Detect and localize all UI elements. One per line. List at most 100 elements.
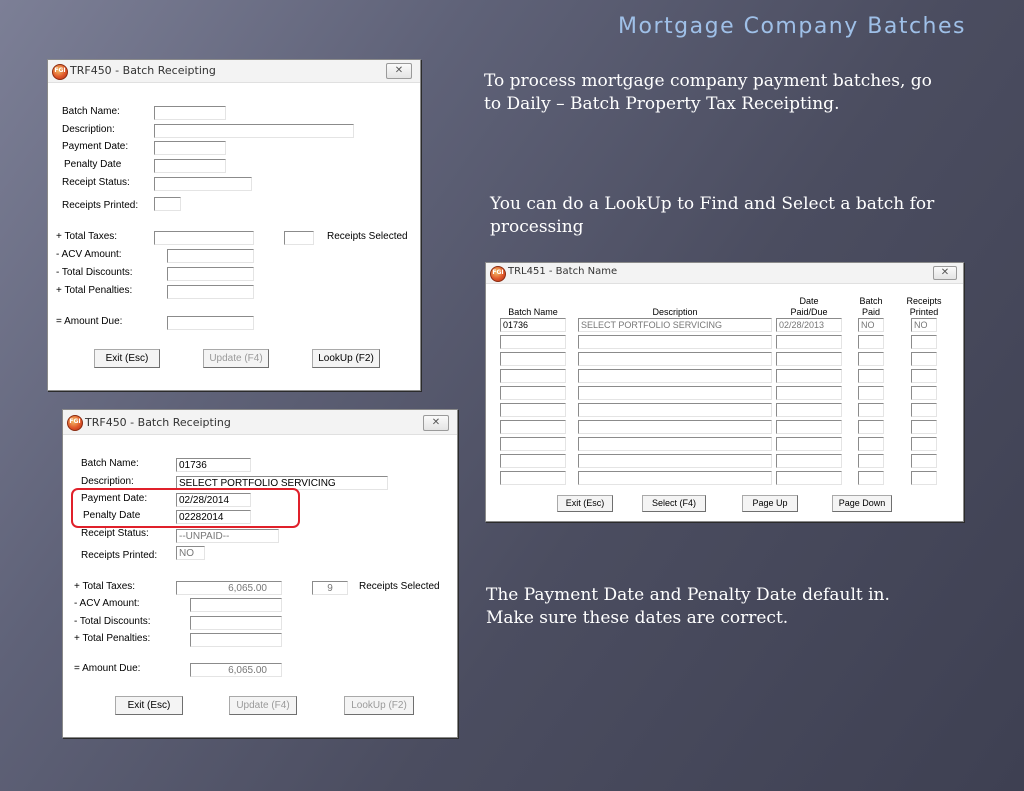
total-taxes-field: 6,065.00 [176,581,282,595]
acv-amount-field [167,249,254,263]
header-paid-due: Paid/Due [790,307,828,317]
grid-cell-paid[interactable] [858,437,884,451]
grid-cell-date[interactable] [776,352,842,366]
grid-cell-batch-name[interactable] [500,420,566,434]
title-bar: FGI TRF450 - Batch Receipting ✕ [63,410,457,435]
grid-cell-date[interactable] [776,471,842,485]
batch-name-field[interactable]: 01736 [176,458,251,472]
amount-due-label: = Amount Due: [74,663,141,674]
grid-cell-printed[interactable] [911,454,937,468]
total-discounts-label: - Total Discounts: [74,616,151,627]
total-discounts-field [167,267,254,281]
grid-cell-date[interactable] [776,437,842,451]
grid-cell-description[interactable]: SELECT PORTFOLIO SERVICING [578,318,772,332]
grid-cell-paid[interactable] [858,471,884,485]
grid-cell-paid[interactable] [858,454,884,468]
grid-cell-description[interactable] [578,471,772,485]
caption-dates: The Payment Date and Penalty Date defaul… [486,585,890,628]
grid-cell-printed[interactable] [911,471,937,485]
grid-cell-batch-name[interactable]: 01736 [500,318,566,332]
grid-cell-batch-name[interactable] [500,352,566,366]
receipts-selected-field [284,231,314,245]
receipts-printed-label: Receipts Printed: [62,200,139,211]
grid-cell-date[interactable] [776,369,842,383]
grid-cell-printed[interactable] [911,420,937,434]
exit-button[interactable]: Exit (Esc) [557,495,613,512]
header-receipts: Receipts [906,296,942,306]
payment-date-field[interactable]: 02/28/2014 [176,493,251,507]
grid-cell-paid[interactable] [858,386,884,400]
grid-cell-date[interactable]: 02/28/2013 [776,318,842,332]
grid-cell-description[interactable] [578,454,772,468]
grid-cell-batch-name[interactable] [500,454,566,468]
grid-cell-printed[interactable] [911,403,937,417]
grid-cell-batch-name[interactable] [500,369,566,383]
description-field[interactable] [154,124,354,138]
window-title: TRF450 - Batch Receipting [85,416,231,429]
payment-date-field[interactable] [154,141,226,155]
grid-cell-batch-name[interactable] [500,403,566,417]
grid-cell-date[interactable] [776,335,842,349]
grid-cell-description[interactable] [578,352,772,366]
grid-cell-printed[interactable] [911,437,937,451]
app-logo-icon: FGI [52,64,68,80]
grid-cell-batch-name[interactable] [500,471,566,485]
grid-cell-paid[interactable]: NO [858,318,884,332]
close-button[interactable]: ✕ [386,63,412,79]
exit-button[interactable]: Exit (Esc) [115,696,183,715]
grid-cell-description[interactable] [578,403,772,417]
header-batch-name: Batch Name [508,307,558,317]
total-penalties-field [167,285,254,299]
grid-cell-printed[interactable]: NO [911,318,937,332]
grid-cell-paid[interactable] [858,335,884,349]
batch-name-lookup-window: FGI TRL451 - Batch Name ✕ Batch Name Des… [485,262,964,522]
title-bar: FGI TRL451 - Batch Name ✕ [486,263,963,284]
lookup-button[interactable]: LookUp (F2) [312,349,380,368]
grid-cell-printed[interactable] [911,335,937,349]
grid-cell-paid[interactable] [858,352,884,366]
grid-cell-printed[interactable] [911,352,937,366]
receipts-selected-label: Receipts Selected [327,231,408,242]
lookup-button[interactable]: LookUp (F2) [344,696,414,715]
update-button[interactable]: Update (F4) [203,349,269,368]
grid-cell-date[interactable] [776,420,842,434]
description-label: Description: [62,124,115,135]
grid-cell-description[interactable] [578,335,772,349]
grid-cell-date[interactable] [776,386,842,400]
grid-cell-date[interactable] [776,403,842,417]
select-button[interactable]: Select (F4) [642,495,706,512]
penalty-date-field[interactable] [154,159,226,173]
grid-cell-description[interactable] [578,369,772,383]
close-button[interactable]: ✕ [933,266,957,280]
receipt-status-label: Receipt Status: [62,177,130,188]
grid-cell-printed[interactable] [911,386,937,400]
page-up-button[interactable]: Page Up [742,495,798,512]
update-button[interactable]: Update (F4) [229,696,297,715]
batch-name-field[interactable] [154,106,226,120]
slide-title: Mortgage Company Batches [618,14,966,39]
window-title: TRL451 - Batch Name [508,266,618,277]
page-down-button[interactable]: Page Down [832,495,892,512]
grid-cell-date[interactable] [776,454,842,468]
header-paid: Paid [861,307,880,317]
total-taxes-label: + Total Taxes: [56,231,118,242]
grid-cell-paid[interactable] [858,420,884,434]
title-bar: FGI TRF450 - Batch Receipting ✕ [48,60,420,83]
receipt-status-field: --UNPAID-- [176,529,279,543]
grid-cell-batch-name[interactable] [500,386,566,400]
payment-date-label: Payment Date: [81,493,148,504]
close-button[interactable]: ✕ [423,415,449,431]
grid-cell-printed[interactable] [911,369,937,383]
payment-date-label: Payment Date: [62,141,129,152]
grid-cell-batch-name[interactable] [500,437,566,451]
grid-cell-batch-name[interactable] [500,335,566,349]
exit-button[interactable]: Exit (Esc) [94,349,160,368]
grid-cell-description[interactable] [578,437,772,451]
penalty-date-field[interactable]: 02282014 [176,510,251,524]
grid-cell-paid[interactable] [858,403,884,417]
total-taxes-field [154,231,254,245]
grid-cell-description[interactable] [578,420,772,434]
grid-cell-paid[interactable] [858,369,884,383]
grid-cell-description[interactable] [578,386,772,400]
amount-due-field: 6,065.00 [190,663,282,677]
